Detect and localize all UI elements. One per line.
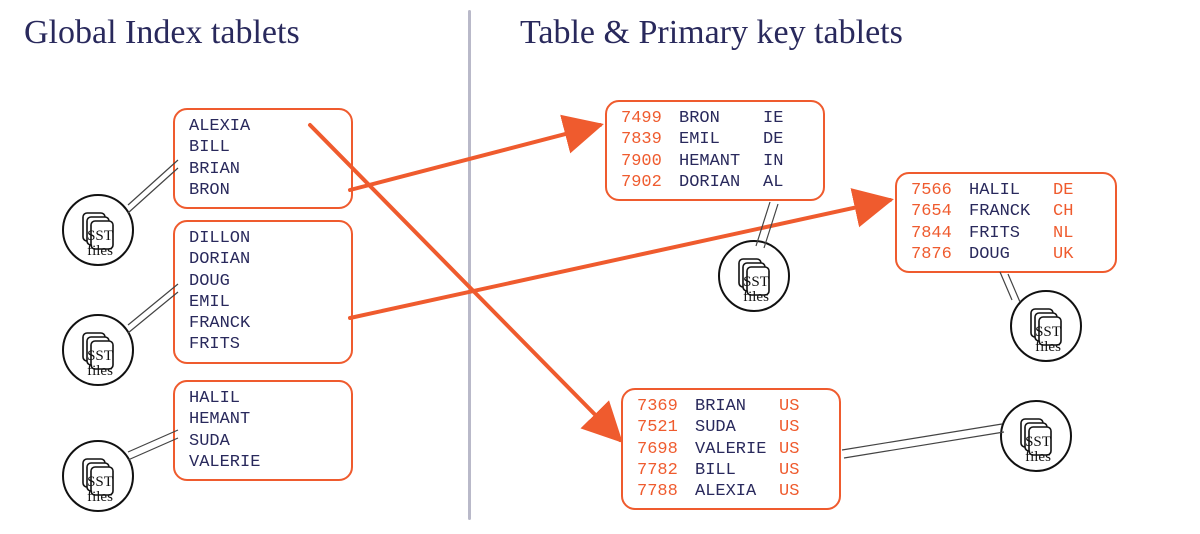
cc-cell: US bbox=[779, 439, 803, 460]
id-cell: 7698 bbox=[637, 439, 681, 460]
id-cell: 7654 bbox=[911, 201, 955, 222]
cc-cell: US bbox=[779, 396, 803, 417]
sst-files-label: SSTfiles bbox=[1021, 407, 1051, 465]
name-cell: FRITS bbox=[969, 223, 1039, 244]
id-cell: 7499 bbox=[621, 108, 665, 129]
name-cell: FRITS bbox=[189, 334, 240, 355]
cc-cell: IE bbox=[763, 108, 787, 129]
cc-cell: IN bbox=[763, 151, 787, 172]
id-cell: 7902 bbox=[621, 172, 665, 193]
name-cell: DORIAN bbox=[189, 249, 250, 270]
primary-tablet-1: 7566 HALIL DE 7654 FRANCK CH 7844 FRITS NL 787… bbox=[895, 172, 1117, 273]
id-cell: 7900 bbox=[621, 151, 665, 172]
sst-files-label: SSTfiles bbox=[83, 447, 113, 505]
name-cell: BILL bbox=[189, 137, 230, 158]
sst-files-label: SSTfiles bbox=[83, 201, 113, 259]
name-cell: BRON bbox=[679, 108, 749, 129]
primary-tablet-2: 7369 BRIAN US 7521 SUDA US 7698 VALERIE US 778… bbox=[621, 388, 841, 510]
title-left: Global Index tablets bbox=[24, 14, 300, 52]
name-cell: BILL bbox=[695, 460, 765, 481]
id-cell: 7566 bbox=[911, 180, 955, 201]
name-cell: FRANCK bbox=[969, 201, 1039, 222]
cc-cell: NL bbox=[1053, 223, 1077, 244]
name-cell: SUDA bbox=[695, 417, 765, 438]
cc-cell: CH bbox=[1053, 201, 1077, 222]
name-cell: BRIAN bbox=[695, 396, 765, 417]
cc-cell: DE bbox=[1053, 180, 1077, 201]
name-cell: DORIAN bbox=[679, 172, 749, 193]
index-tablet-0: ALEXIA BILL BRIAN BRON bbox=[173, 108, 353, 209]
sst-files-icon: SSTfiles bbox=[1010, 290, 1082, 362]
name-cell: EMIL bbox=[189, 292, 230, 313]
sst-files-icon: SSTfiles bbox=[62, 440, 134, 512]
name-cell: SUDA bbox=[189, 431, 230, 452]
sst-files-label: SSTfiles bbox=[83, 321, 113, 379]
name-cell: HALIL bbox=[969, 180, 1039, 201]
sst-files-icon: SSTfiles bbox=[1000, 400, 1072, 472]
name-cell: HALIL bbox=[189, 388, 240, 409]
name-cell: HEMANT bbox=[679, 151, 749, 172]
id-cell: 7844 bbox=[911, 223, 955, 244]
name-cell: EMIL bbox=[679, 129, 749, 150]
vertical-divider bbox=[468, 10, 471, 520]
name-cell: ALEXIA bbox=[189, 116, 250, 137]
id-cell: 7521 bbox=[637, 417, 681, 438]
name-cell: BRON bbox=[189, 180, 230, 201]
id-cell: 7876 bbox=[911, 244, 955, 265]
id-cell: 7788 bbox=[637, 481, 681, 502]
cc-cell: AL bbox=[763, 172, 787, 193]
cc-cell: UK bbox=[1053, 244, 1077, 265]
id-cell: 7369 bbox=[637, 396, 681, 417]
cc-cell: DE bbox=[763, 129, 787, 150]
title-right: Table & Primary key tablets bbox=[520, 14, 903, 52]
name-cell: FRANCK bbox=[189, 313, 250, 334]
name-cell: DILLON bbox=[189, 228, 250, 249]
name-cell: ALEXIA bbox=[695, 481, 765, 502]
name-cell: DOUG bbox=[969, 244, 1039, 265]
sst-files-label: SSTfiles bbox=[739, 247, 769, 305]
cc-cell: US bbox=[779, 460, 803, 481]
cc-cell: US bbox=[779, 481, 803, 502]
cc-cell: US bbox=[779, 417, 803, 438]
sst-files-icon: SSTfiles bbox=[62, 194, 134, 266]
index-tablet-2: HALIL HEMANT SUDA VALERIE bbox=[173, 380, 353, 481]
index-tablet-1: DILLON DORIAN DOUG EMIL FRANCK FRITS bbox=[173, 220, 353, 364]
name-cell: DOUG bbox=[189, 271, 230, 292]
name-cell: HEMANT bbox=[189, 409, 250, 430]
primary-tablet-0: 7499 BRON IE 7839 EMIL DE 7900 HEMANT IN 7902 D… bbox=[605, 100, 825, 201]
name-cell: BRIAN bbox=[189, 159, 240, 180]
id-cell: 7782 bbox=[637, 460, 681, 481]
sst-files-icon: SSTfiles bbox=[718, 240, 790, 312]
id-cell: 7839 bbox=[621, 129, 665, 150]
sst-files-label: SSTfiles bbox=[1031, 297, 1061, 355]
name-cell: VALERIE bbox=[189, 452, 260, 473]
sst-files-icon: SSTfiles bbox=[62, 314, 134, 386]
name-cell: VALERIE bbox=[695, 439, 765, 460]
